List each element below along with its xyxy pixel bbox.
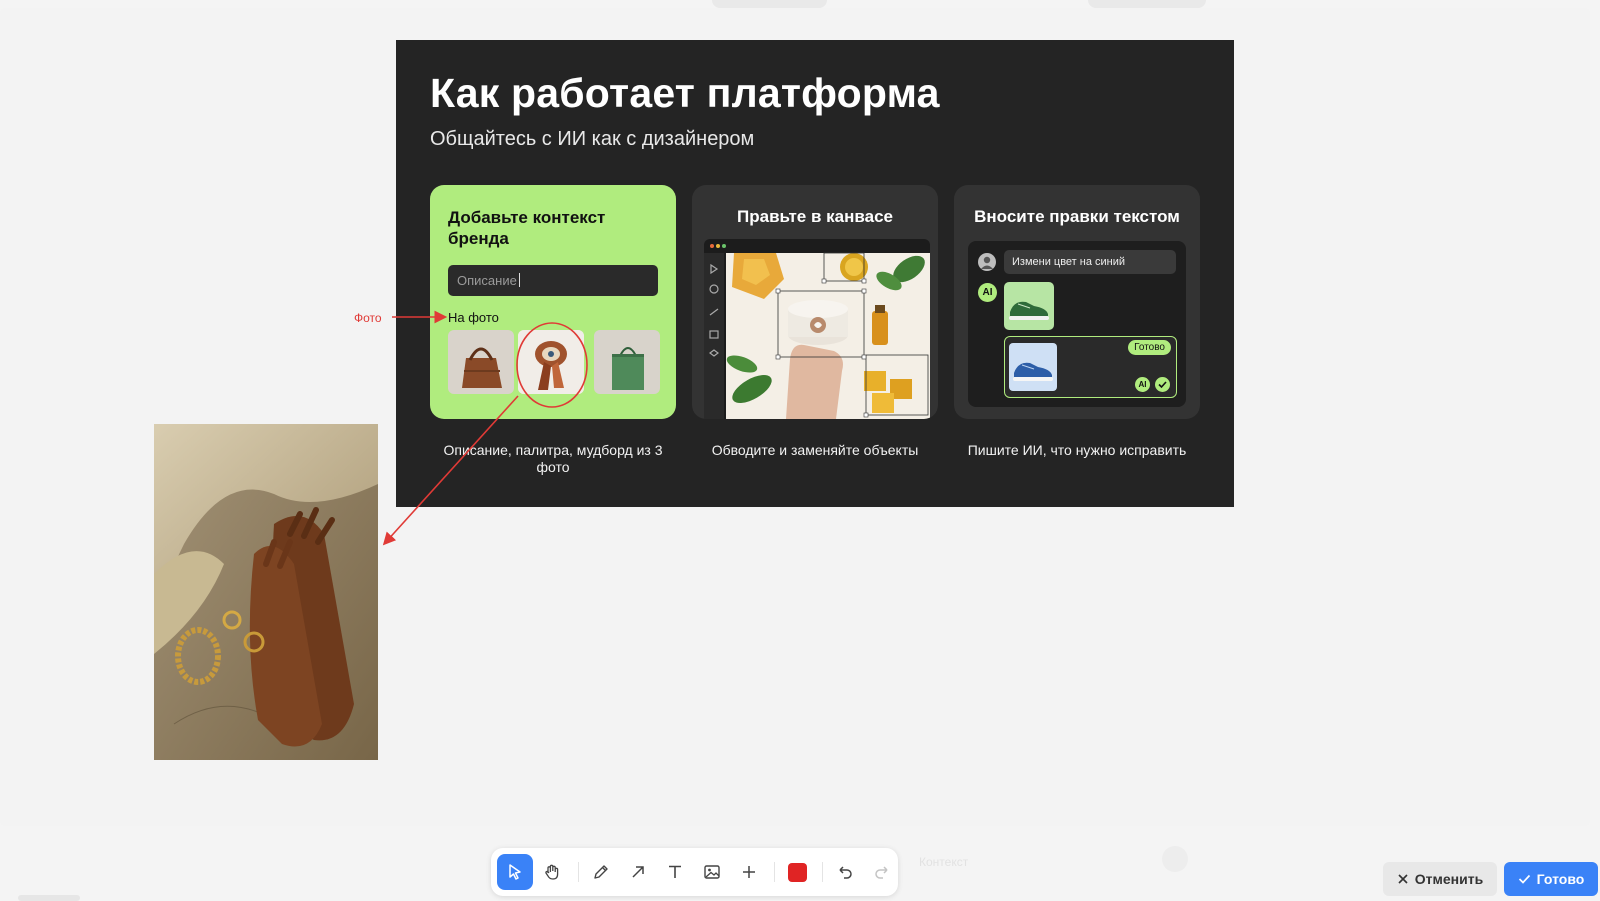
ghost-scroll-indicator xyxy=(18,895,80,901)
close-icon xyxy=(1398,874,1408,884)
top-tab-ghost xyxy=(712,0,827,8)
drawing-canvas[interactable]: Как работает платформа Общайтесь с ИИ ка… xyxy=(0,8,1590,826)
hand-icon xyxy=(545,864,559,880)
done-label: Готово xyxy=(1536,871,1585,887)
ghost-send-button xyxy=(1162,846,1188,872)
hand-tool-button[interactable] xyxy=(534,854,570,890)
toolbar-divider xyxy=(822,862,823,882)
text-tool-button[interactable] xyxy=(657,854,693,890)
toolbar-divider xyxy=(774,862,775,882)
text-icon xyxy=(669,865,681,878)
annotation-circle[interactable] xyxy=(516,322,588,408)
cancel-button[interactable]: Отменить xyxy=(1383,862,1497,896)
toolbar-divider xyxy=(578,862,579,882)
annotation-arrow[interactable] xyxy=(382,395,519,546)
arrow-tool-button[interactable] xyxy=(620,854,656,890)
pencil-tool-button[interactable] xyxy=(583,854,619,890)
redo-button[interactable] xyxy=(864,854,900,890)
annotation-layer xyxy=(382,310,588,546)
redo-icon xyxy=(875,866,888,879)
cancel-label: Отменить xyxy=(1414,871,1484,887)
undo-icon xyxy=(839,866,852,879)
editor-window: Как работает платформа Общайтесь с ИИ ка… xyxy=(0,0,1600,901)
arrow-icon xyxy=(632,866,644,878)
add-tool-button[interactable] xyxy=(731,854,767,890)
image-tool-button[interactable] xyxy=(694,854,730,890)
select-icon xyxy=(509,864,521,880)
plus-icon xyxy=(743,866,755,878)
done-button[interactable]: Готово xyxy=(1504,862,1598,896)
drawing-toolbar xyxy=(491,848,898,896)
select-tool-button[interactable] xyxy=(497,854,533,890)
color-swatch-button[interactable] xyxy=(779,854,815,890)
pencil-icon xyxy=(594,865,608,879)
undo-button[interactable] xyxy=(827,854,863,890)
image-icon xyxy=(704,865,720,879)
ghost-context-label: Контекст xyxy=(919,855,969,869)
check-icon xyxy=(1518,874,1530,884)
top-tab-ghost xyxy=(1088,0,1206,8)
color-swatch xyxy=(787,862,807,882)
